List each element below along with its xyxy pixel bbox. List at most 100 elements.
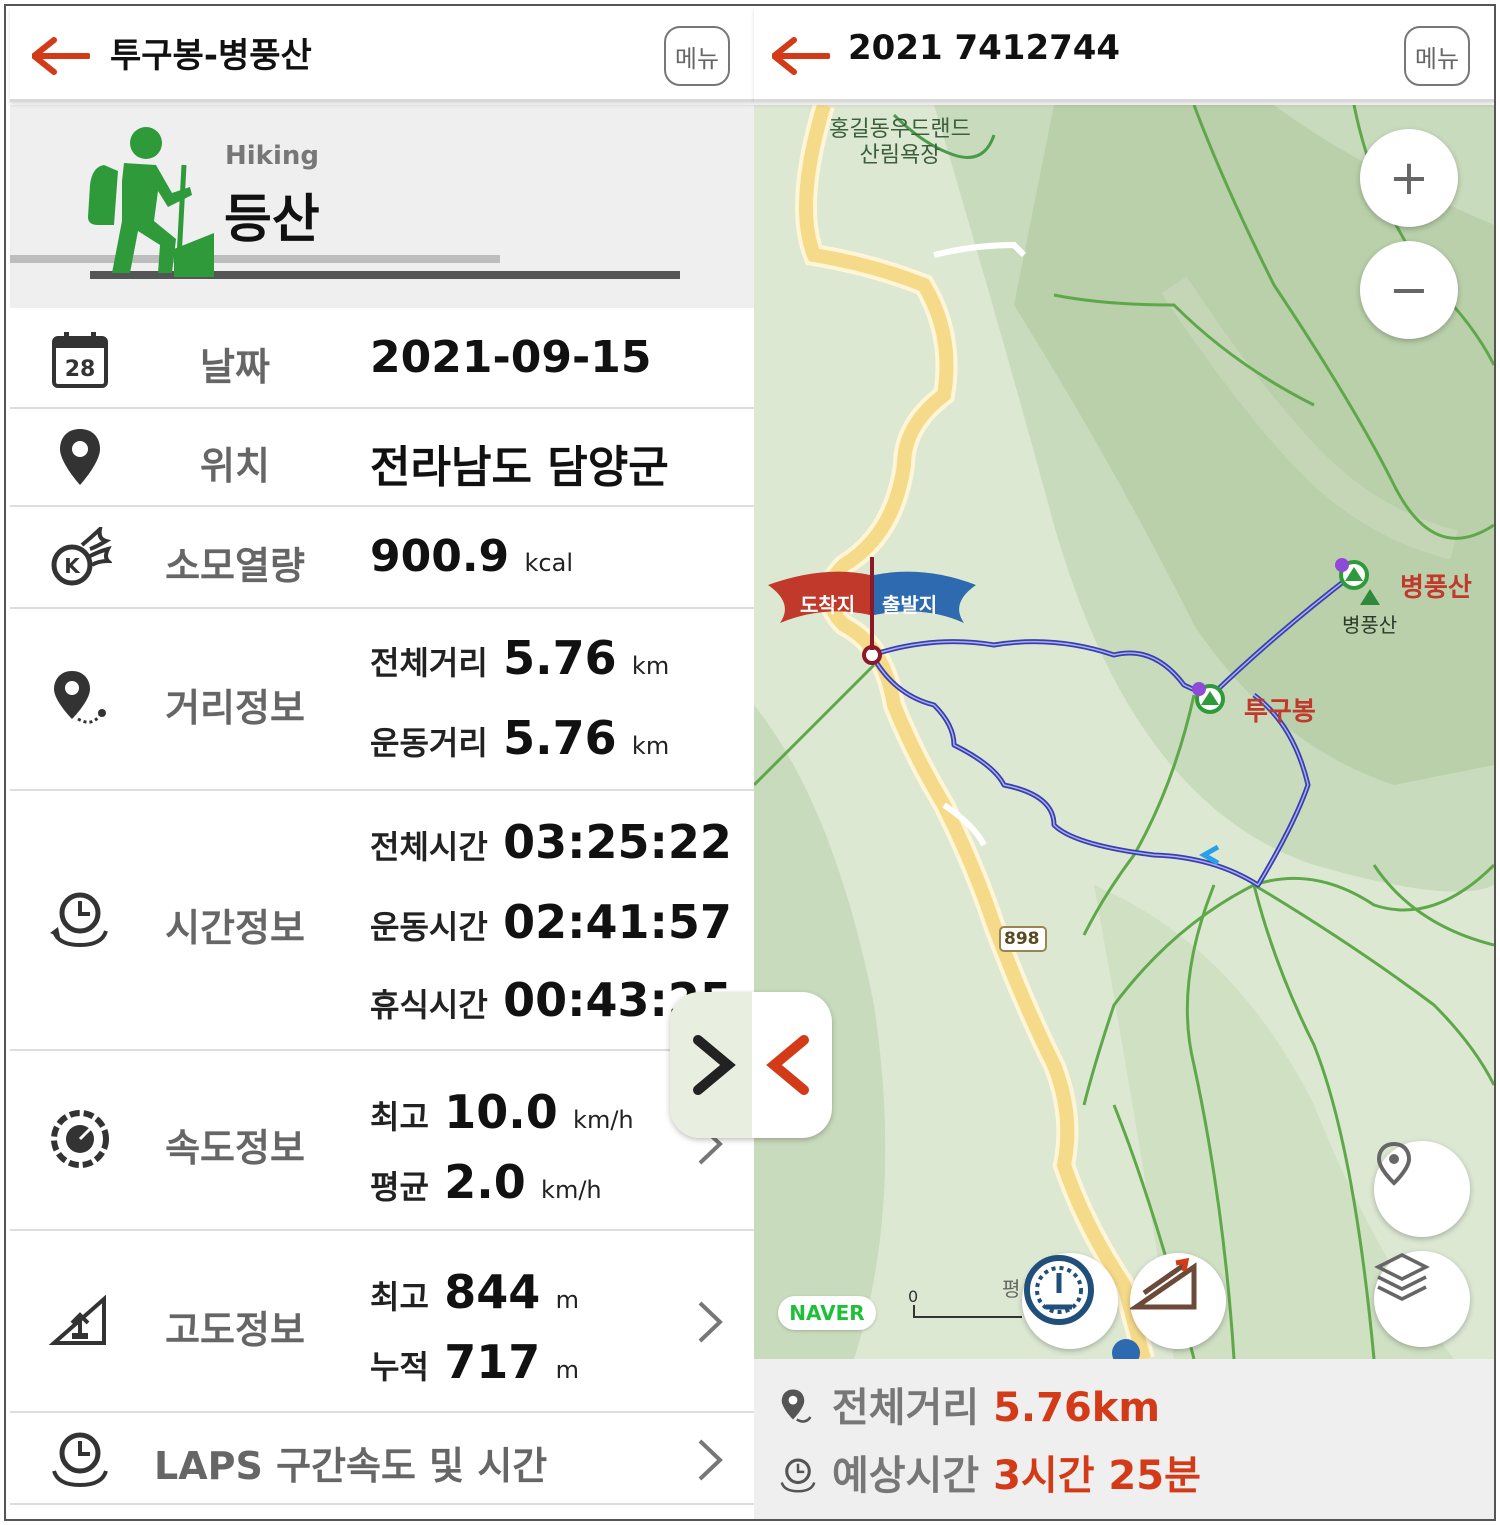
- route-summary: 전체거리 5.76km 예상시간 3시간 25분: [754, 1359, 1494, 1519]
- road-number-label: 898: [1004, 929, 1040, 949]
- max-speed-value: 10.0: [444, 1085, 558, 1139]
- total-distance-unit: km: [631, 652, 670, 680]
- route-map-panel: 2021 7412744 메뉴 홍길동우드랜드 산림욕장 도착지 출발지 병풍산…: [754, 6, 1494, 1519]
- laps-row[interactable]: LAPS 구간속도 및 시간: [10, 1413, 754, 1505]
- total-distance-label: 전체거리: [370, 644, 488, 682]
- arrival-flag-label: 도착지: [800, 593, 856, 617]
- rest-time-label: 휴식시간: [370, 986, 488, 1024]
- menu-button[interactable]: 메뉴: [664, 26, 730, 86]
- map-view[interactable]: 홍길동우드랜드 산림욕장 도착지 출발지 병풍산 병풍산 투구봉 898 0 평…: [754, 105, 1494, 1359]
- max-altitude-value: 844: [444, 1265, 541, 1319]
- scale-zero-label: 0: [908, 1287, 919, 1306]
- max-speed-unit: km/h: [573, 1106, 634, 1134]
- calories-unit: kcal: [524, 549, 573, 577]
- cumulative-altitude-value: 717: [444, 1335, 541, 1389]
- map-layers-button[interactable]: [1374, 1251, 1470, 1347]
- calendar-icon: 28: [52, 332, 108, 388]
- avg-speed-label: 평균: [370, 1168, 429, 1206]
- chevron-right-dark-icon[interactable]: [692, 1034, 736, 1096]
- calorie-burn-icon: K: [51, 527, 112, 586]
- chevron-right-icon: [698, 1301, 723, 1343]
- distance-row: 거리정보 전체거리 5.76 km 운동거리 5.76 km: [10, 609, 754, 791]
- speed-graph-button[interactable]: [1022, 1253, 1118, 1349]
- chevron-right-icon: [698, 1439, 723, 1481]
- calories-label: 소모열량: [165, 544, 305, 588]
- my-location-button[interactable]: [1374, 1141, 1470, 1237]
- total-distance-value: 5.76: [503, 631, 617, 685]
- total-time-value: 03:25:22: [503, 815, 732, 869]
- route-pin-icon: [781, 1389, 812, 1423]
- naver-logo: NAVER: [778, 1296, 876, 1330]
- exercise-distance-group: 운동거리 5.76 km: [370, 711, 669, 765]
- activity-detail-panel: 투구봉-병풍산 메뉴 Hiking 등산 28 날짜 2021-09-15 위치…: [10, 6, 754, 1519]
- max-altitude-unit: m: [555, 1286, 579, 1314]
- max-altitude-label: 최고: [370, 1278, 429, 1316]
- peak-sublabel-byeongpungsan: 병풍산: [1342, 613, 1398, 637]
- departure-flag-label: 출발지: [882, 593, 938, 617]
- exercise-time-value: 02:41:57: [503, 895, 732, 949]
- activity-banner: Hiking 등산: [10, 105, 754, 308]
- exercise-distance-value: 5.76: [503, 711, 617, 765]
- zoom-out-button[interactable]: −: [1360, 241, 1458, 339]
- activity-title: 투구봉-병풍산: [110, 36, 312, 76]
- summary-distance-row: 전체거리 5.76km: [778, 1375, 1160, 1433]
- activity-type-english: Hiking: [225, 141, 319, 171]
- location-row: 위치 전라남도 담양군: [10, 409, 754, 507]
- layers-icon: [1374, 1253, 1430, 1301]
- distance-label: 거리정보: [165, 686, 305, 730]
- summary-distance-value: 5.76km: [993, 1385, 1161, 1431]
- calories-row: K 소모열량 900.9 kcal: [10, 507, 754, 609]
- altitude-row[interactable]: 고도정보 최고 844 m 누적 717 m: [10, 1231, 754, 1413]
- total-distance-group: 전체거리 5.76 km: [370, 631, 669, 685]
- altitude-icon: [48, 1294, 106, 1345]
- clock-icon: [50, 892, 108, 948]
- menu-button[interactable]: 메뉴: [1404, 26, 1470, 86]
- back-arrow-icon[interactable]: [772, 36, 830, 76]
- calories-value: 900.9: [370, 531, 510, 582]
- map-place-label: 홍길동우드랜드 산림욕장: [829, 117, 971, 168]
- cumulative-altitude-group: 누적 717 m: [370, 1335, 579, 1389]
- svg-text:28: 28: [65, 357, 96, 382]
- peak-label-tugubong: 투구봉: [1244, 697, 1316, 727]
- right-topbar: 2021 7412744 메뉴: [754, 6, 1494, 102]
- location-value: 전라남도 담양군: [370, 442, 669, 493]
- exercise-time-label: 운동시간: [370, 908, 488, 946]
- exercise-distance-unit: km: [631, 732, 670, 760]
- peak-label-byeongpungsan: 병풍산: [1400, 573, 1472, 603]
- speed-row[interactable]: 속도정보 최고 10.0 km/h 평균 2.0 km/h: [10, 1051, 754, 1231]
- date-row: 28 날짜 2021-09-15: [10, 310, 754, 409]
- screenshot-frame: 투구봉-병풍산 메뉴 Hiking 등산 28 날짜 2021-09-15 위치…: [4, 4, 1496, 1521]
- zoom-in-button[interactable]: +: [1360, 129, 1458, 227]
- back-arrow-icon[interactable]: [32, 36, 90, 76]
- route-id-title: 2021 7412744: [848, 28, 1121, 68]
- speed-label: 속도정보: [165, 1126, 305, 1170]
- speedometer-icon: [51, 1110, 109, 1168]
- total-time-label: 전체시간: [370, 828, 488, 866]
- time-row: 시간정보 전체시간 03:25:22 운동시간 02:41:57 휴식시간 00…: [10, 791, 754, 1051]
- altitude-icon: [1130, 1257, 1197, 1310]
- max-altitude-group: 최고 844 m: [370, 1265, 579, 1319]
- summary-time-label: 예상시간: [831, 1453, 980, 1499]
- altitude-label: 고도정보: [165, 1308, 305, 1352]
- panel-toggle-tab[interactable]: [670, 992, 832, 1138]
- laps-clock-icon: [52, 1432, 108, 1488]
- chevron-left-red-icon[interactable]: [766, 1034, 810, 1096]
- clock-icon: [780, 1458, 816, 1493]
- left-topbar: 투구봉-병풍산 메뉴: [10, 6, 754, 102]
- speedometer-icon: [1024, 1255, 1094, 1325]
- svg-text:K: K: [64, 554, 81, 578]
- activity-type-korean: 등산: [224, 190, 320, 250]
- time-label: 시간정보: [165, 906, 305, 950]
- exercise-time-group: 운동시간 02:41:57: [370, 895, 732, 949]
- max-speed-group: 최고 10.0 km/h: [370, 1085, 634, 1139]
- summary-time-row: 예상시간 3시간 25분: [778, 1443, 1201, 1501]
- avg-speed-value: 2.0: [444, 1155, 526, 1209]
- avg-speed-unit: km/h: [541, 1176, 602, 1204]
- location-label: 위치: [200, 444, 270, 488]
- calories-value-group: 900.9 kcal: [370, 531, 573, 582]
- date-label: 날짜: [200, 345, 270, 389]
- exercise-distance-label: 운동거리: [370, 724, 488, 762]
- cumulative-altitude-unit: m: [555, 1356, 579, 1384]
- altitude-graph-button[interactable]: [1130, 1253, 1226, 1349]
- hiker-icon: [88, 127, 214, 278]
